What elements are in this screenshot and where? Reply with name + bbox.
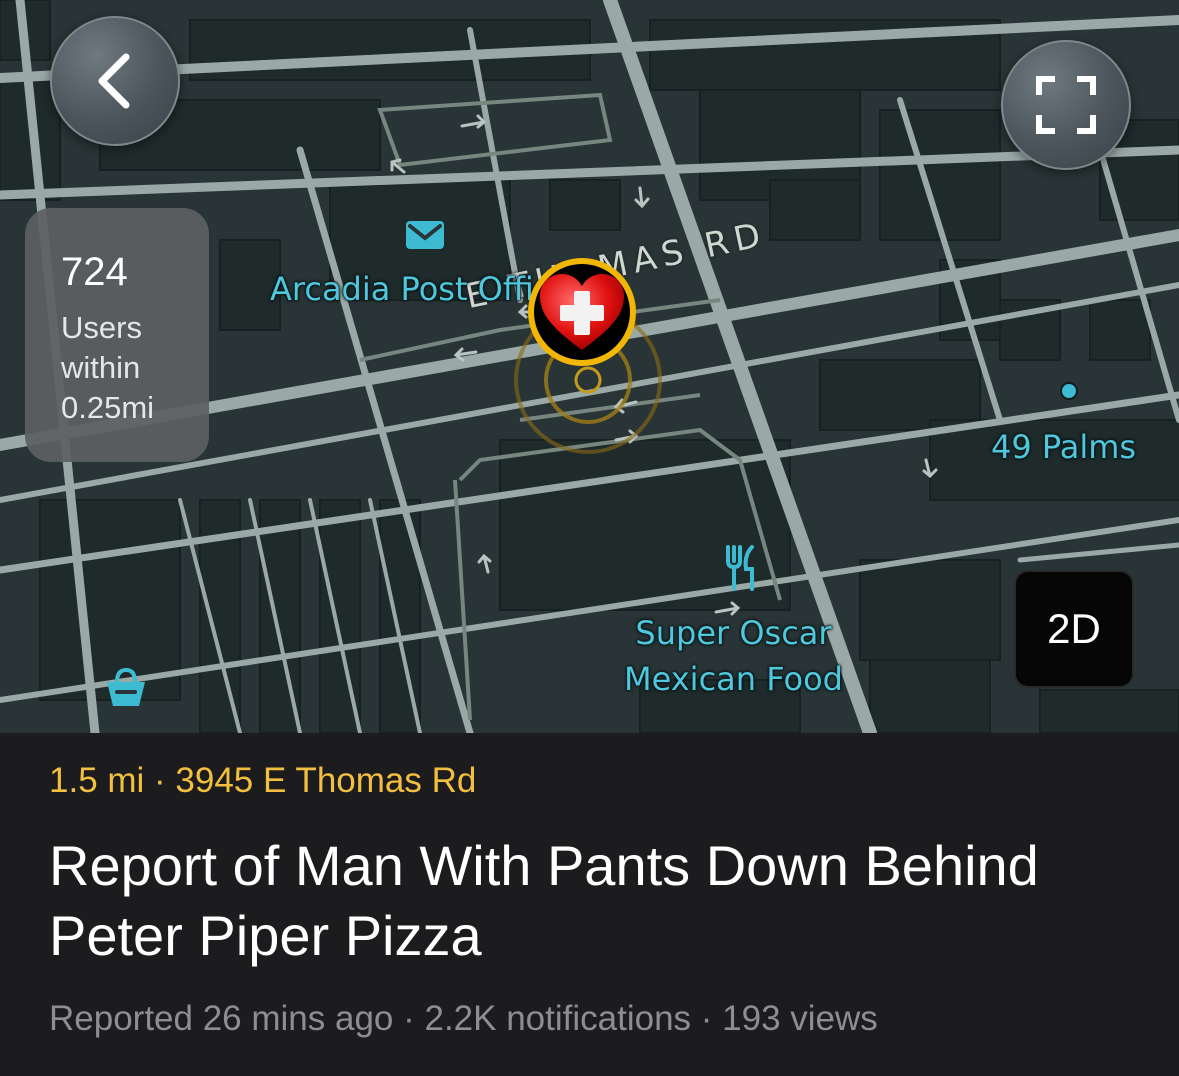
place-label-super-oscar[interactable]: Super Oscar Mexican Food xyxy=(624,610,843,702)
users-label: Users within 0.25mi xyxy=(61,310,155,425)
back-button[interactable] xyxy=(50,16,180,146)
dot-icon xyxy=(1060,382,1078,400)
shopping-basket-icon xyxy=(107,668,145,706)
map-view[interactable]: E THOMAS RD Arcadia Post Office 49 Palms… xyxy=(0,0,1179,733)
incident-title: Report of Man With Pants Down Behind Pet… xyxy=(49,834,1039,967)
view-toggle-button[interactable]: 2D xyxy=(1014,570,1134,688)
heart-plus-icon[interactable] xyxy=(528,258,636,366)
place-label-49-palms[interactable]: 49 Palms xyxy=(991,428,1136,466)
users-count: 724 xyxy=(61,250,128,294)
fork-knife-icon xyxy=(726,545,754,591)
incident-meta: Reported 26 mins ago · 2.2K notification… xyxy=(49,999,878,1038)
mail-icon xyxy=(406,221,444,249)
incident-info-panel[interactable]: 1.5 mi · 3945 E Thomas Rd Report of Man … xyxy=(0,733,1179,1076)
expand-button[interactable] xyxy=(1001,40,1131,170)
chevron-left-icon xyxy=(98,53,130,109)
expand-icon xyxy=(1036,76,1096,134)
users-nearby-card: 724 Users within 0.25mi xyxy=(25,208,209,462)
place-label-post-office[interactable]: Arcadia Post Office xyxy=(270,270,571,308)
distance-address: 1.5 mi · 3945 E Thomas Rd xyxy=(49,761,477,800)
